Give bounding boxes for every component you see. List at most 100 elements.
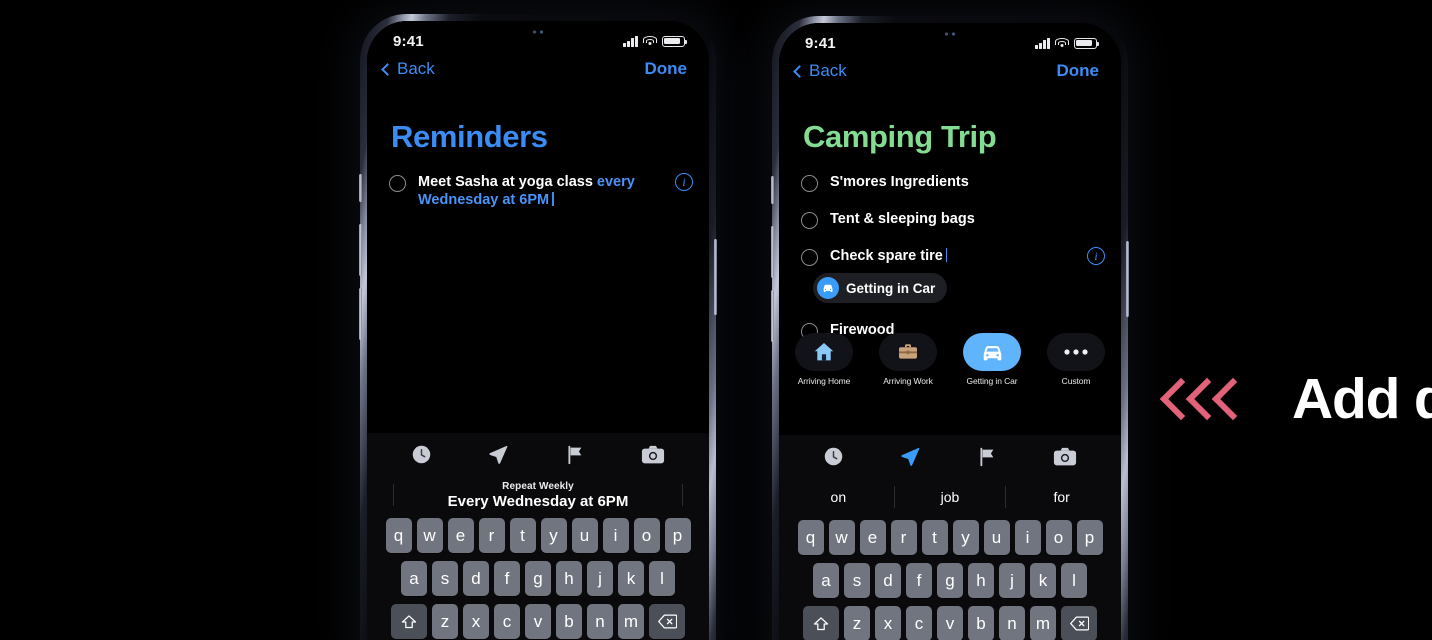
key-x[interactable]: x	[463, 604, 489, 639]
key-p[interactable]: p	[664, 518, 691, 553]
clock-icon[interactable]	[823, 446, 844, 467]
shift-up-arrow-icon[interactable]	[803, 606, 839, 640]
done-button[interactable]: Done	[1057, 61, 1100, 81]
info-circle-icon[interactable]: i	[675, 173, 693, 191]
table-row[interactable]: Check spare tire i	[779, 247, 1121, 266]
key-t[interactable]: t	[509, 518, 536, 553]
wifi-icon	[643, 35, 657, 47]
camera-icon[interactable]	[1053, 446, 1077, 467]
key-z[interactable]: z	[432, 604, 458, 639]
done-button[interactable]: Done	[645, 59, 688, 79]
reminder-text-plain: Meet Sasha at yoga class	[418, 174, 597, 190]
car-icon	[963, 333, 1021, 371]
reminder-text[interactable]: S'mores Ingredients	[830, 173, 1103, 191]
shortcut-arriving-work[interactable]: Arriving Work	[877, 333, 939, 386]
reminder-text[interactable]: Check spare tire	[830, 247, 1103, 265]
key-v[interactable]: v	[937, 606, 963, 640]
table-row[interactable]: S'mores Ingredients	[779, 173, 1121, 192]
info-circle-icon[interactable]: i	[1087, 247, 1105, 265]
prediction-word-2[interactable]: job	[895, 489, 1006, 505]
key-i[interactable]: i	[602, 518, 629, 553]
backspace-icon[interactable]	[1061, 606, 1097, 640]
suggestion-bar-left: Repeat Weekly Every Wednesday at 6PM	[367, 475, 709, 515]
key-w[interactable]: w	[416, 518, 443, 553]
key-x[interactable]: x	[875, 606, 901, 640]
key-f[interactable]: f	[494, 561, 520, 596]
table-row[interactable]: Meet Sasha at yoga class every Wednesday…	[367, 173, 709, 209]
key-s[interactable]: s	[844, 563, 870, 598]
location-arrow-icon[interactable]	[899, 445, 921, 467]
back-button[interactable]: Back	[793, 61, 847, 81]
key-f[interactable]: f	[906, 563, 932, 598]
key-w[interactable]: w	[828, 520, 855, 555]
backspace-icon[interactable]	[649, 604, 685, 639]
key-m[interactable]: m	[618, 604, 644, 639]
key-q[interactable]: q	[385, 518, 412, 553]
key-g[interactable]: g	[525, 561, 551, 596]
key-a[interactable]: a	[813, 563, 839, 598]
shortcut-getting-in-car[interactable]: Getting in Car	[961, 333, 1023, 386]
chevron-left-icon	[793, 64, 806, 78]
keyboard-toolbar-right	[779, 435, 1121, 477]
key-m[interactable]: m	[1030, 606, 1056, 640]
camera-icon[interactable]	[641, 444, 665, 465]
reminder-text[interactable]: Meet Sasha at yoga class every Wednesday…	[418, 173, 691, 209]
key-v[interactable]: v	[525, 604, 551, 639]
repeat-suggestion-detail: Every Wednesday at 6PM	[447, 492, 629, 510]
reminder-text[interactable]: Tent & sleeping bags	[830, 210, 1103, 228]
key-t[interactable]: t	[921, 520, 948, 555]
unchecked-circle-icon[interactable]	[801, 212, 818, 229]
key-r[interactable]: r	[890, 520, 917, 555]
table-row[interactable]: Tent & sleeping bags	[779, 210, 1121, 229]
key-u[interactable]: u	[983, 520, 1010, 555]
key-c[interactable]: c	[494, 604, 520, 639]
back-button[interactable]: Back	[381, 59, 435, 79]
key-z[interactable]: z	[844, 606, 870, 640]
key-l[interactable]: l	[649, 561, 675, 596]
key-r[interactable]: r	[478, 518, 505, 553]
key-j[interactable]: j	[587, 561, 613, 596]
key-d[interactable]: d	[463, 561, 489, 596]
key-g[interactable]: g	[937, 563, 963, 598]
key-n[interactable]: n	[587, 604, 613, 639]
location-arrow-icon[interactable]	[487, 443, 509, 465]
divider	[682, 484, 683, 506]
key-k[interactable]: k	[618, 561, 644, 596]
shift-up-arrow-icon[interactable]	[391, 604, 427, 639]
key-i[interactable]: i	[1014, 520, 1041, 555]
key-y[interactable]: y	[540, 518, 567, 553]
key-o[interactable]: o	[1045, 520, 1072, 555]
location-chip[interactable]: Getting in Car	[813, 273, 948, 303]
repeat-suggestion[interactable]: Repeat Weekly Every Wednesday at 6PM	[367, 481, 709, 510]
unchecked-circle-icon[interactable]	[801, 175, 818, 192]
key-u[interactable]: u	[571, 518, 598, 553]
key-p[interactable]: p	[1076, 520, 1103, 555]
prediction-word-3[interactable]: for	[1006, 489, 1117, 505]
notch	[449, 21, 627, 45]
key-y[interactable]: y	[952, 520, 979, 555]
key-l[interactable]: l	[1061, 563, 1087, 598]
key-c[interactable]: c	[906, 606, 932, 640]
key-n[interactable]: n	[999, 606, 1025, 640]
key-b[interactable]: b	[968, 606, 994, 640]
key-q[interactable]: q	[797, 520, 824, 555]
key-s[interactable]: s	[432, 561, 458, 596]
key-h[interactable]: h	[968, 563, 994, 598]
key-a[interactable]: a	[401, 561, 427, 596]
flag-icon[interactable]	[977, 446, 998, 467]
key-j[interactable]: j	[999, 563, 1025, 598]
key-h[interactable]: h	[556, 561, 582, 596]
key-d[interactable]: d	[875, 563, 901, 598]
shortcut-custom[interactable]: Custom	[1045, 333, 1107, 386]
flag-icon[interactable]	[565, 444, 586, 465]
unchecked-circle-icon[interactable]	[389, 175, 406, 192]
key-b[interactable]: b	[556, 604, 582, 639]
shortcut-arriving-home[interactable]: Arriving Home	[793, 333, 855, 386]
clock-icon[interactable]	[411, 444, 432, 465]
key-e[interactable]: e	[859, 520, 886, 555]
key-e[interactable]: e	[447, 518, 474, 553]
key-k[interactable]: k	[1030, 563, 1056, 598]
key-o[interactable]: o	[633, 518, 660, 553]
unchecked-circle-icon[interactable]	[801, 249, 818, 266]
prediction-word-1[interactable]: on	[783, 489, 894, 505]
